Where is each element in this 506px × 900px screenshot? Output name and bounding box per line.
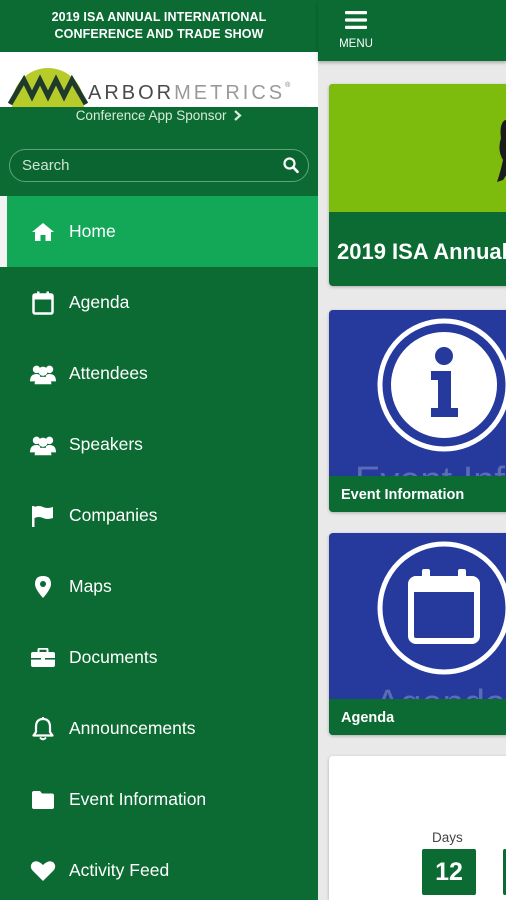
nav-item-attendees[interactable]: Attendees bbox=[0, 338, 318, 409]
flag-icon bbox=[30, 503, 56, 529]
sponsor-banner[interactable]: ARBORMETRICS® bbox=[0, 52, 318, 107]
hamburger-icon bbox=[345, 11, 367, 29]
folder-icon bbox=[30, 787, 56, 813]
menu-button[interactable]: MENU bbox=[336, 11, 376, 53]
sponsor-link[interactable]: Conference App Sponsor bbox=[0, 108, 318, 123]
briefcase-icon bbox=[30, 645, 56, 671]
info-circle-icon bbox=[377, 318, 506, 452]
nav-item-home[interactable]: Home bbox=[0, 196, 318, 267]
chevron-right-icon bbox=[234, 110, 242, 121]
home-icon bbox=[30, 219, 56, 245]
event-information-caption: Event Information bbox=[341, 487, 465, 503]
users-icon bbox=[30, 432, 56, 458]
event-banner-title: 2019 ISA Annual International Conference… bbox=[337, 239, 506, 264]
nav-label-maps: Maps bbox=[69, 576, 112, 596]
nav-item-agenda[interactable]: Agenda bbox=[0, 267, 318, 338]
navigation-drawer: 2019 ISA ANNUAL INTERNATIONAL CONFERENCE… bbox=[0, 0, 318, 900]
top-app-bar: MENU bbox=[318, 0, 506, 61]
nav-item-event-information[interactable]: Event Information bbox=[0, 764, 318, 835]
sponsor-logo-text: ARBORMETRICS® bbox=[88, 82, 291, 104]
nav-item-documents[interactable]: Documents bbox=[0, 622, 318, 693]
home-content: 2019 ISA Annual International Conference… bbox=[318, 61, 506, 900]
countdown-days-label: Days bbox=[432, 830, 463, 845]
nav-item-activity-feed[interactable]: Activity Feed bbox=[0, 835, 318, 900]
nav-label-activity-feed: Activity Feed bbox=[69, 860, 170, 880]
event-banner-card[interactable]: 2019 ISA Annual International Conference… bbox=[329, 84, 506, 286]
search-input[interactable] bbox=[22, 157, 262, 174]
nav-item-companies[interactable]: Companies bbox=[0, 480, 318, 551]
nav-label-attendees: Attendees bbox=[69, 363, 148, 383]
event-title-line-1: 2019 ISA ANNUAL INTERNATIONAL bbox=[51, 10, 267, 24]
nav-label-agenda: Agenda bbox=[69, 292, 130, 312]
sponsor-link-label: Conference App Sponsor bbox=[75, 108, 227, 123]
calendar-icon bbox=[30, 290, 56, 316]
agenda-caption: Agenda bbox=[341, 710, 395, 726]
nav-label-documents: Documents bbox=[69, 647, 158, 667]
event-title-line-2: CONFERENCE AND TRADE SHOW bbox=[54, 27, 264, 41]
nav-label-home: Home bbox=[69, 221, 116, 241]
calendar-icon bbox=[377, 541, 506, 675]
banner-person-icon bbox=[497, 120, 506, 182]
search-box[interactable] bbox=[9, 149, 309, 182]
drawer-nav: Home Agenda Attendees Speakers Companies bbox=[0, 196, 318, 900]
nav-label-announcements: Announcements bbox=[69, 718, 196, 738]
agenda-tile[interactable]: Agenda Agenda bbox=[329, 533, 506, 735]
nav-item-maps[interactable]: Maps bbox=[0, 551, 318, 622]
countdown-days-value: 12 bbox=[422, 849, 476, 895]
nav-item-speakers[interactable]: Speakers bbox=[0, 409, 318, 480]
map-pin-icon bbox=[30, 574, 56, 600]
users-icon bbox=[30, 361, 56, 387]
sponsor-name-metrics: METRICS bbox=[174, 82, 286, 104]
bell-icon bbox=[30, 716, 56, 742]
search-icon[interactable] bbox=[283, 157, 299, 174]
countdown-card: Days 12 bbox=[329, 756, 506, 900]
event-title: 2019 ISA ANNUAL INTERNATIONAL CONFERENCE… bbox=[0, 0, 318, 52]
nav-label-event-information: Event Information bbox=[69, 789, 207, 809]
nav-label-speakers: Speakers bbox=[69, 434, 143, 454]
sponsor-name-arbor: ARBOR bbox=[88, 82, 175, 104]
menu-label: MENU bbox=[339, 38, 373, 50]
arbor-metrics-logo-icon bbox=[8, 68, 89, 107]
event-information-tile[interactable]: Event Info Event Information bbox=[329, 310, 506, 512]
heart-icon bbox=[30, 858, 56, 884]
event-banner-image bbox=[329, 84, 506, 212]
nav-label-companies: Companies bbox=[69, 505, 158, 525]
nav-item-announcements[interactable]: Announcements bbox=[0, 693, 318, 764]
